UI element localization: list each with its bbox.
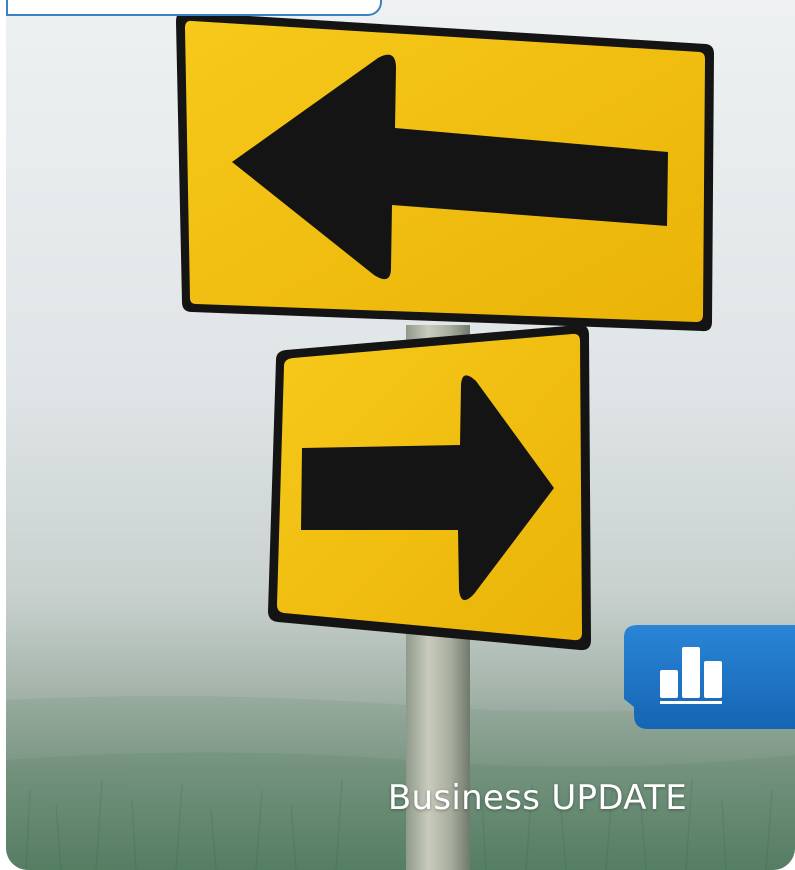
left-arrow-sign [176, 11, 714, 332]
page-title: Business UPDATE [387, 778, 687, 818]
header-tab [6, 0, 382, 16]
foggy-field-scene [6, 0, 795, 870]
right-arrow-sign [268, 324, 591, 651]
badge-panel [624, 625, 795, 729]
cover-card: Business UPDATE [6, 0, 795, 870]
